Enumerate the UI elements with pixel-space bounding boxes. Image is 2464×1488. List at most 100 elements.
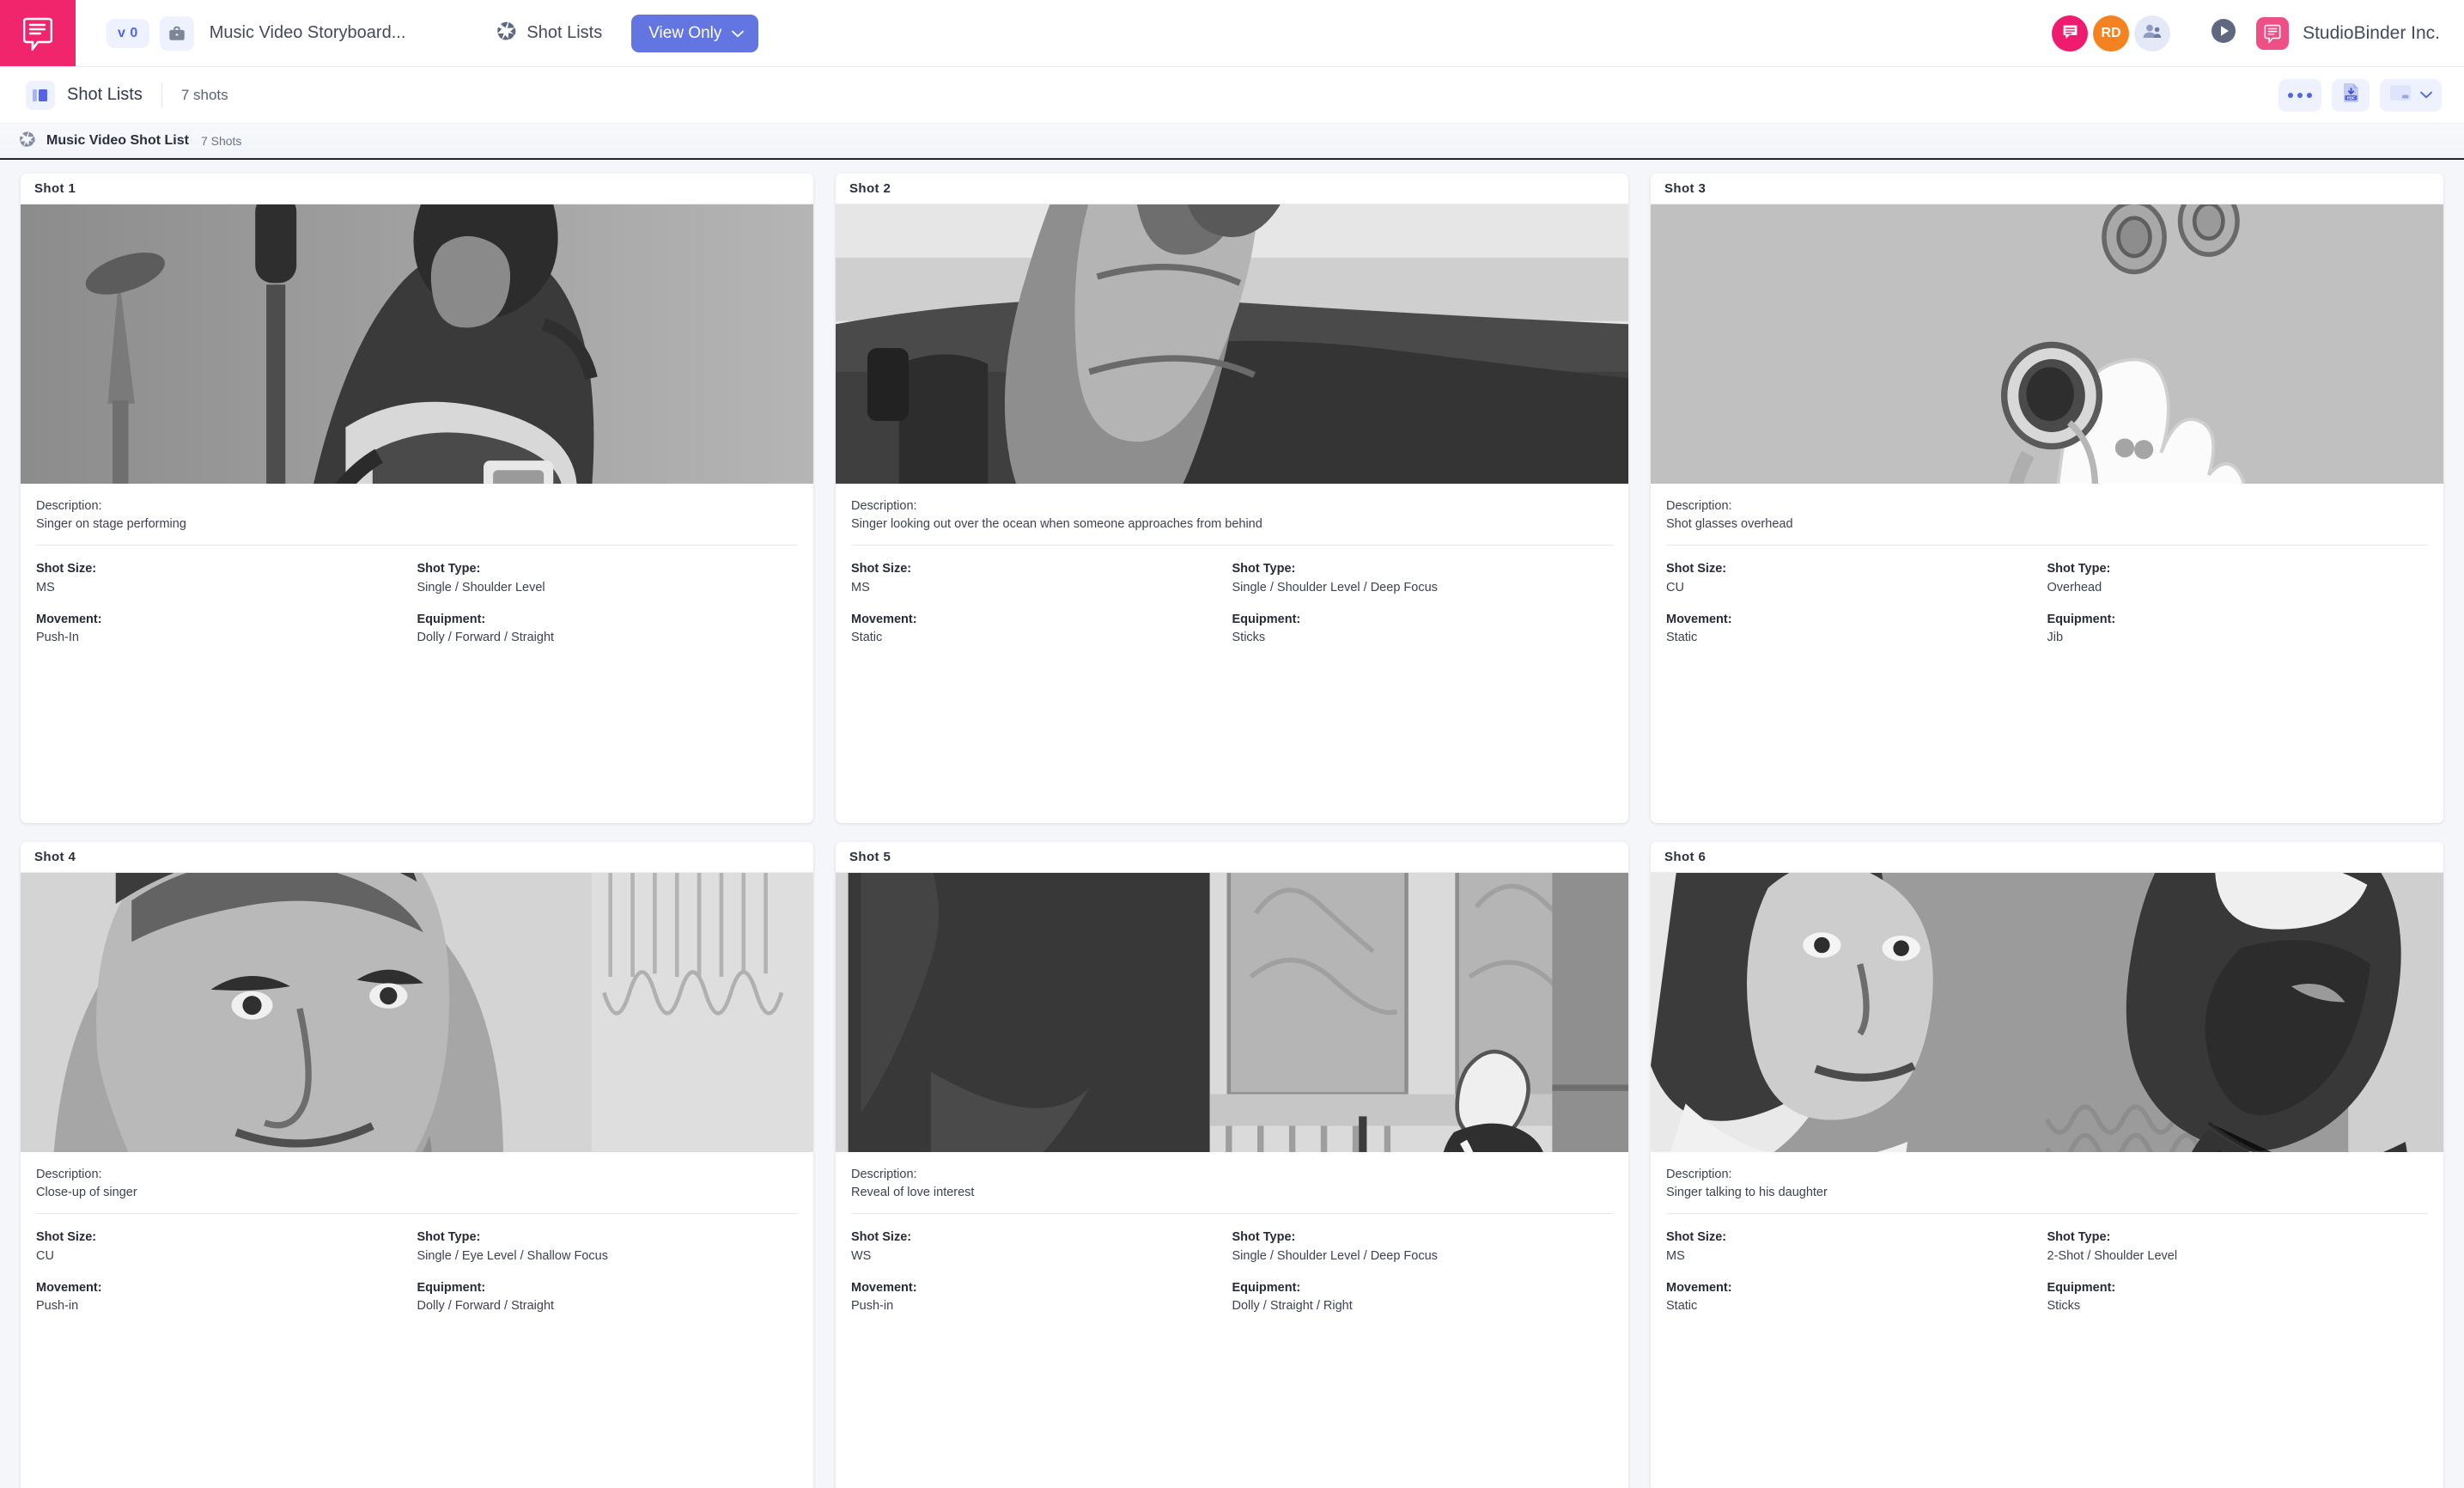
movement-value: Static <box>1666 631 1698 645</box>
people-icon <box>2142 22 2163 44</box>
equipment-value: Dolly / Straight / Right <box>1232 1299 1353 1314</box>
top-bar-right-group: RD StudioBinder Inc. <box>2047 0 2464 66</box>
shot-count: 7 shots <box>180 86 228 103</box>
shot-number-label: Shot 5 <box>849 850 891 864</box>
app-logo-button[interactable] <box>0 0 76 66</box>
description-value: Reveal of love interest <box>851 1186 975 1200</box>
equipment-value: Dolly / Forward / Straight <box>417 631 555 645</box>
shot-list-group-header[interactable]: Music Video Shot List 7 Shots <box>0 124 2464 160</box>
description-label: Description: <box>36 1168 102 1181</box>
shot-card[interactable]: Shot 1 Description: Singer on stage perf… <box>21 174 813 823</box>
shot-number-label: Shot 4 <box>34 850 76 864</box>
shot-card[interactable]: Shot 6 Description: Singer talking to hi… <box>1651 842 2443 1488</box>
shot-type-label: Shot Type: <box>2047 562 2111 576</box>
svg-text:PDF: PDF <box>2346 95 2354 100</box>
toolbar-actions: PDF <box>2278 78 2442 112</box>
briefcase-icon[interactable] <box>159 15 194 51</box>
shot-size-label: Shot Size: <box>851 1230 912 1245</box>
shot-thumbnail[interactable] <box>1651 873 2443 1152</box>
shot-size-value: WS <box>851 1248 872 1263</box>
aperture-icon <box>19 131 36 152</box>
shot-lists-tool-link[interactable]: Shot Lists <box>496 21 602 46</box>
shot-type-value: Single / Eye Level / Shallow Focus <box>417 1248 608 1263</box>
movement-value: Static <box>851 631 883 645</box>
view-layout-button[interactable] <box>2380 78 2442 112</box>
shot-size-value: CU <box>36 1248 54 1263</box>
shot-number-label: Shot 1 <box>34 181 76 196</box>
play-circle-icon[interactable] <box>2210 17 2237 49</box>
ellipsis-icon <box>2288 92 2312 98</box>
movement-label: Movement: <box>36 1280 102 1295</box>
shot-card[interactable]: Shot 3 Description: Shot glasses overhea… <box>1651 174 2443 823</box>
shot-meta-grid: Shot Size: CU Shot Type: Single / Eye Le… <box>36 1214 798 1316</box>
description-value: Singer talking to his daughter <box>1666 1186 1828 1200</box>
shot-type-label: Shot Type: <box>2047 1230 2111 1245</box>
description-label: Description: <box>851 499 917 513</box>
description-label: Description: <box>1666 499 1732 513</box>
shot-card-grid: Shot 1 Description: Singer on stage perf… <box>0 160 2464 1488</box>
version-chip[interactable]: v 0 <box>106 18 149 48</box>
movement-label: Movement: <box>1666 612 1732 626</box>
equipment-label: Equipment: <box>417 1280 486 1295</box>
shot-type-value: Single / Shoulder Level / Deep Focus <box>1232 1248 1438 1263</box>
shot-size-label: Shot Size: <box>1666 562 1727 576</box>
download-pdf-button[interactable]: PDF <box>2332 78 2370 112</box>
description-value: Singer on stage performing <box>36 517 186 532</box>
aperture-icon <box>496 21 517 46</box>
shot-meta-grid: Shot Size: WS Shot Type: Single / Should… <box>851 1214 1613 1316</box>
shot-thumbnail[interactable] <box>1651 204 2443 484</box>
equipment-value: Dolly / Forward / Straight <box>417 1299 555 1314</box>
equipment-label: Equipment: <box>2047 612 2116 626</box>
shot-thumbnail[interactable] <box>836 204 1628 484</box>
pdf-download-icon: PDF <box>2342 82 2360 107</box>
more-options-button[interactable] <box>2278 78 2321 112</box>
shot-card-body: Description: Close-up of singer Shot Siz… <box>21 1152 813 1488</box>
shot-number-label: Shot 6 <box>1664 850 1707 864</box>
shot-type-label: Shot Type: <box>417 562 481 576</box>
shot-type-value: Single / Shoulder Level <box>417 580 545 595</box>
top-bar: v 0 Music Video Storyboard... Shot Lists… <box>0 0 2464 67</box>
shot-card-header: Shot 3 <box>1651 174 2443 204</box>
studiobinder-mark-icon[interactable] <box>2256 16 2290 50</box>
description-label: Description: <box>1666 1168 1732 1181</box>
shot-card-body: Description: Shot glasses overhead Shot … <box>1651 484 2443 823</box>
shot-size-label: Shot Size: <box>36 1230 97 1245</box>
team-avatar[interactable] <box>2134 15 2171 52</box>
shot-thumbnail[interactable] <box>21 204 813 484</box>
description-value: Singer looking out over the ocean when s… <box>851 517 1262 532</box>
divider <box>161 82 162 107</box>
shot-size-value: MS <box>36 580 55 595</box>
movement-label: Movement: <box>851 1280 917 1295</box>
equipment-label: Equipment: <box>2047 1280 2116 1295</box>
chevron-down-icon <box>732 24 745 43</box>
shot-size-value: CU <box>1666 580 1684 595</box>
comment-avatar[interactable] <box>2052 15 2089 52</box>
top-bar-left-group: v 0 Music Video Storyboard... Shot Lists… <box>76 0 759 66</box>
equipment-value: Sticks <box>1232 631 1266 645</box>
chat-bubble-icon <box>2061 22 2079 45</box>
shot-card[interactable]: Shot 4 Description: Close-up of singer S… <box>21 842 813 1488</box>
shot-card-header: Shot 2 <box>836 174 1628 204</box>
project-title[interactable]: Music Video Storyboard... <box>210 23 406 43</box>
shot-size-value: MS <box>851 580 870 595</box>
brand-name[interactable]: StudioBinder Inc. <box>2303 23 2440 44</box>
shot-type-value: Single / Shoulder Level / Deep Focus <box>1232 580 1438 595</box>
shot-card-header: Shot 1 <box>21 174 813 204</box>
shot-card-header: Shot 4 <box>21 842 813 873</box>
page-title: Shot Lists <box>67 85 143 104</box>
avatar-initials: RD <box>2101 25 2121 40</box>
shot-card[interactable]: Shot 2 Description: Singer looking out o… <box>836 174 1628 823</box>
layout-grid-icon <box>2389 84 2412 106</box>
shot-card-body: Description: Singer looking out over the… <box>836 484 1628 823</box>
shot-thumbnail[interactable] <box>21 873 813 1152</box>
view-only-dropdown[interactable]: View Only <box>631 14 759 52</box>
shot-type-label: Shot Type: <box>1232 1230 1296 1245</box>
shot-card[interactable]: Shot 5 Description: Reveal of love inter… <box>836 842 1628 1488</box>
shot-thumbnail[interactable] <box>836 873 1628 1152</box>
shot-size-label: Shot Size: <box>851 562 912 576</box>
shot-size-value: MS <box>1666 1248 1685 1263</box>
user-avatar-rd[interactable]: RD <box>2093 15 2130 52</box>
studiobinder-logo-icon <box>23 16 52 51</box>
shot-list-count: 7 Shots <box>200 134 242 148</box>
shot-size-label: Shot Size: <box>1666 1230 1727 1245</box>
